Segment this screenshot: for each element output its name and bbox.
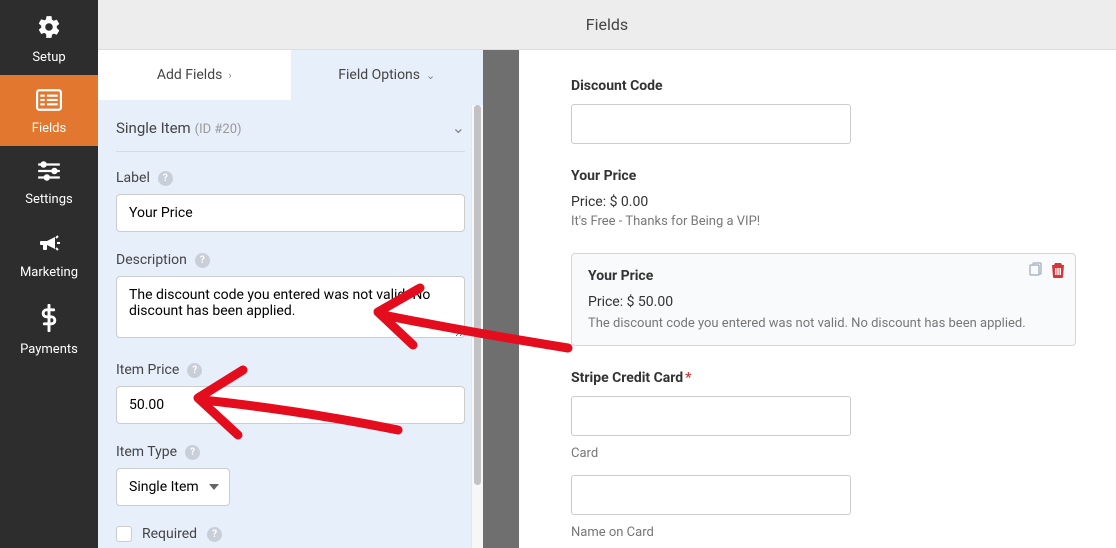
sidebar-item-payments[interactable]: Payments — [0, 290, 98, 367]
sidebar-label: Marketing — [20, 265, 78, 280]
chevron-down-icon: ⌄ — [426, 69, 435, 82]
preview-discount-code[interactable]: Discount Code — [571, 78, 1076, 144]
sidebar-label: Settings — [25, 192, 72, 207]
tab-add-fields[interactable]: Add Fields › — [98, 50, 291, 100]
tab-field-options[interactable]: Field Options ⌄ — [291, 50, 484, 100]
scrollbar[interactable] — [471, 105, 483, 548]
item-price-input[interactable] — [116, 386, 465, 424]
field-label: Your Price — [571, 168, 1076, 184]
sublabel: Card — [571, 446, 1076, 461]
preview-selected-field[interactable]: Your Price Price: $ 50.00 The discount c… — [571, 253, 1076, 346]
scrollbar-thumb[interactable] — [474, 105, 481, 485]
field-options-panel: Add Fields › Field Options ⌄ Single Item… — [98, 50, 483, 548]
price-description: The discount code you entered was not va… — [588, 316, 1059, 331]
trash-icon[interactable] — [1051, 262, 1065, 282]
sublabel: Name on Card — [571, 525, 1076, 540]
tab-label: Field Options — [338, 67, 420, 83]
gear-icon — [36, 14, 62, 44]
name-on-card-input[interactable] — [571, 475, 851, 515]
required-star: * — [685, 370, 691, 386]
sidebar-item-marketing[interactable]: Marketing — [0, 217, 98, 290]
sliders-icon — [36, 160, 62, 186]
item-price-label: Item Price — [116, 362, 179, 378]
form-preview: Discount Code Your Price Price: $ 0.00 I… — [519, 50, 1116, 548]
tab-label: Add Fields — [157, 67, 223, 83]
item-type-label: Item Type — [116, 444, 177, 460]
panel-divider — [483, 50, 519, 548]
chevron-right-icon: › — [228, 69, 231, 82]
topbar: Fields — [98, 0, 1116, 50]
label-label: Label — [116, 170, 150, 186]
nav-sidebar: Setup Fields Settings Marketing Payments — [0, 0, 98, 548]
sidebar-item-fields[interactable]: Fields — [0, 75, 98, 146]
label-input[interactable] — [116, 194, 465, 232]
field-label: Discount Code — [571, 78, 1076, 94]
duplicate-icon[interactable] — [1027, 262, 1043, 282]
price-text: Price: $ 0.00 — [571, 194, 1076, 210]
megaphone-icon — [36, 231, 62, 259]
field-type-name: Single Item — [116, 119, 191, 137]
preview-stripe-card[interactable]: Stripe Credit Card* Card Name on Card — [571, 370, 1076, 540]
sidebar-label: Setup — [32, 50, 65, 65]
description-textarea[interactable]: The discount code you entered was not va… — [116, 276, 465, 338]
field-section-header[interactable]: Single Item (ID #20) ⌄ — [116, 100, 465, 152]
price-description: It's Free - Thanks for Being a VIP! — [571, 214, 1076, 229]
chevron-down-icon[interactable]: ⌄ — [452, 118, 465, 137]
field-label: Stripe Credit Card* — [571, 370, 1076, 386]
preview-your-price-free[interactable]: Your Price Price: $ 0.00 It's Free - Tha… — [571, 168, 1076, 229]
sidebar-item-setup[interactable]: Setup — [0, 0, 98, 75]
field-id: (ID #20) — [195, 122, 242, 137]
sidebar-label: Payments — [20, 342, 78, 357]
sidebar-label: Fields — [32, 121, 66, 136]
help-icon[interactable]: ? — [185, 445, 200, 460]
card-input[interactable] — [571, 396, 851, 436]
help-icon[interactable]: ? — [195, 253, 210, 268]
required-checkbox[interactable] — [116, 526, 132, 542]
item-type-select[interactable]: Single Item — [116, 468, 230, 506]
page-title: Fields — [586, 15, 628, 34]
sidebar-item-settings[interactable]: Settings — [0, 146, 98, 217]
help-icon[interactable]: ? — [207, 527, 222, 542]
discount-input[interactable] — [571, 104, 851, 144]
description-label: Description — [116, 252, 187, 268]
field-label: Your Price — [588, 268, 1059, 284]
price-text: Price: $ 50.00 — [588, 294, 1059, 310]
list-icon — [36, 89, 62, 115]
help-icon[interactable]: ? — [158, 171, 173, 186]
dollar-icon — [40, 304, 58, 336]
help-icon[interactable]: ? — [187, 363, 202, 378]
required-label: Required — [142, 526, 197, 542]
